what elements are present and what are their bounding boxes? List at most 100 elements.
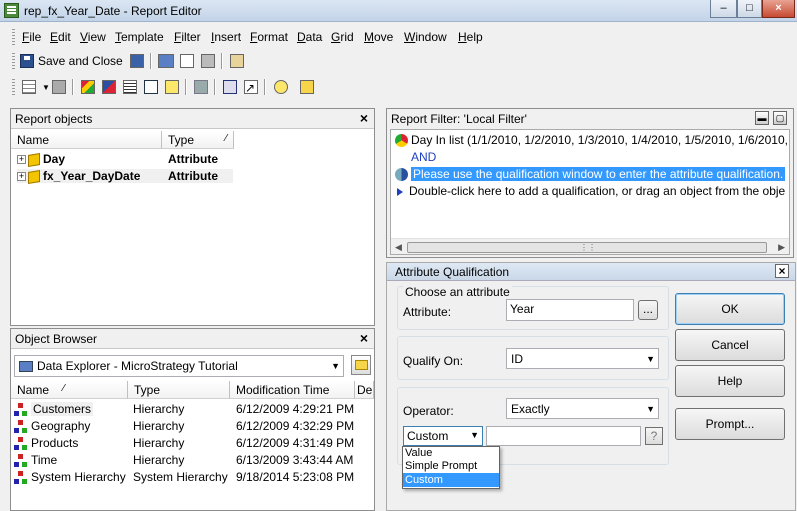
browse-attribute-button[interactable]: ... bbox=[638, 300, 658, 320]
qualify-on-dropdown[interactable]: ID ▼ bbox=[506, 348, 659, 369]
column-header-modification-time[interactable]: Modification Time bbox=[230, 381, 355, 399]
location-dropdown[interactable]: Data Explorer - MicroStrategy Tutorial ▼ bbox=[14, 355, 344, 377]
object-modified: 6/12/2009 4:29:21 PM bbox=[236, 402, 355, 416]
minimize-filter-icon[interactable]: ▬ bbox=[755, 111, 769, 125]
menu-help[interactable]: Help bbox=[458, 30, 483, 44]
folder-button[interactable] bbox=[192, 78, 210, 96]
graph-view-button[interactable] bbox=[50, 78, 68, 96]
help-button[interactable]: Help bbox=[675, 365, 785, 397]
restore-filter-icon[interactable]: ▢ bbox=[773, 111, 787, 125]
filter-operator-and[interactable]: AND bbox=[411, 150, 436, 164]
choose-attribute-group: Choose an attribute Attribute: Year ... bbox=[397, 285, 669, 330]
wizard-button[interactable] bbox=[298, 78, 316, 96]
note-icon bbox=[165, 80, 179, 94]
menu-view[interactable]: View bbox=[80, 30, 106, 44]
option-value[interactable]: Value bbox=[403, 447, 499, 460]
close-report-objects-icon[interactable]: × bbox=[360, 110, 368, 126]
menu-format[interactable]: Format bbox=[250, 30, 288, 44]
save-and-close-button[interactable]: Save and Close bbox=[20, 52, 123, 70]
close-qualification-icon[interactable]: × bbox=[775, 264, 789, 278]
filter-line-text: Please use the qualification window to e… bbox=[411, 167, 786, 181]
expand-icon[interactable]: + bbox=[17, 155, 26, 165]
scroll-left-icon[interactable]: ◀ bbox=[395, 242, 402, 253]
filter-horizontal-scrollbar[interactable]: ◀ ⋮⋮ ▶ bbox=[391, 238, 789, 254]
value-help-icon[interactable]: ? bbox=[645, 427, 663, 445]
menu-edit[interactable]: Edit bbox=[50, 30, 71, 44]
ok-button[interactable]: OK bbox=[675, 293, 785, 325]
table-row[interactable]: System Hierarchy System Hierarchy 9/18/2… bbox=[14, 470, 374, 485]
properties-icon bbox=[230, 54, 244, 68]
close-object-browser-icon[interactable]: × bbox=[360, 330, 368, 346]
toolbar-separator bbox=[264, 79, 266, 95]
table-row[interactable]: Customers Hierarchy 6/12/2009 4:29:21 PM bbox=[14, 402, 374, 417]
menu-filter[interactable]: Filter bbox=[174, 30, 201, 44]
menu-move[interactable]: Move bbox=[364, 30, 393, 44]
chevron-down-icon: ▼ bbox=[646, 354, 655, 364]
printer-icon bbox=[201, 54, 215, 68]
operator-label: Operator: bbox=[403, 404, 454, 418]
find-button[interactable] bbox=[221, 78, 239, 96]
hierarchy-icon bbox=[14, 470, 28, 485]
hierarchy-icon bbox=[14, 453, 28, 468]
column-header-description[interactable]: De bbox=[355, 381, 374, 399]
filter-view-button[interactable] bbox=[142, 78, 160, 96]
menu-template[interactable]: Template bbox=[115, 30, 164, 44]
attribute-cube-icon bbox=[28, 152, 40, 167]
menu-window[interactable]: Window bbox=[404, 30, 447, 44]
table-row[interactable]: Time Hierarchy 6/13/2009 3:43:44 AM bbox=[14, 453, 374, 468]
table-row[interactable]: Geography Hierarchy 6/12/2009 4:32:29 PM bbox=[14, 419, 374, 434]
column-header-type[interactable]: Type ⁄ bbox=[162, 131, 234, 149]
sql-view-button[interactable] bbox=[121, 78, 139, 96]
maximize-button[interactable]: □ bbox=[737, 0, 762, 18]
sort-indicator-icon: ⁄ bbox=[63, 383, 65, 394]
column-header-name[interactable]: Name bbox=[11, 131, 162, 149]
scroll-thumb[interactable]: ⋮⋮ bbox=[407, 242, 767, 253]
object-type: Hierarchy bbox=[133, 419, 185, 433]
prompt-button[interactable]: Prompt... bbox=[675, 408, 785, 440]
help-topic-button[interactable] bbox=[272, 78, 290, 96]
menu-file[interactable]: File bbox=[22, 30, 41, 44]
cancel-button[interactable]: Cancel bbox=[675, 329, 785, 361]
open-book-button[interactable] bbox=[157, 52, 175, 70]
table-row[interactable]: Products Hierarchy 6/12/2009 4:31:49 PM bbox=[14, 436, 374, 451]
column-header-name[interactable]: Name ⁄ bbox=[11, 381, 128, 399]
option-simple-prompt[interactable]: Simple Prompt bbox=[403, 460, 499, 473]
grid-graph-view-button[interactable] bbox=[100, 78, 118, 96]
note-button[interactable] bbox=[163, 78, 181, 96]
object-modified: 6/13/2009 3:43:44 AM bbox=[236, 453, 354, 467]
column-header-type[interactable]: Type bbox=[128, 381, 230, 399]
filter-add-hint[interactable]: Double-click here to add a qualification… bbox=[397, 184, 785, 198]
wizard-icon bbox=[300, 80, 314, 94]
filter-qualification-day[interactable]: Day In list (1/1/2010, 1/2/2010, 1/3/201… bbox=[395, 133, 789, 148]
scroll-right-icon[interactable]: ▶ bbox=[778, 242, 785, 253]
sort-indicator-icon: ⁄ bbox=[225, 133, 227, 144]
operator-dropdown[interactable]: Exactly ▼ bbox=[506, 398, 659, 419]
option-custom[interactable]: Custom bbox=[403, 473, 499, 487]
standard-toolbar: Save and Close bbox=[0, 49, 797, 73]
menu-insert[interactable]: Insert bbox=[211, 30, 241, 44]
up-one-level-button[interactable] bbox=[351, 355, 371, 375]
qualify-on-group: Qualify On: ID ▼ bbox=[397, 336, 669, 380]
close-window-button[interactable]: × bbox=[762, 0, 795, 18]
grid-view-button[interactable] bbox=[20, 78, 38, 96]
print-preview-button[interactable] bbox=[178, 52, 196, 70]
expand-icon[interactable]: + bbox=[17, 172, 26, 182]
value-input[interactable] bbox=[486, 426, 641, 446]
design-view-button[interactable] bbox=[79, 78, 97, 96]
value-type-dropdown[interactable]: Custom ▼ bbox=[403, 426, 483, 446]
list-item[interactable]: + fx_Year_DayDate Attribute bbox=[17, 169, 233, 184]
list-item[interactable]: + Day Attribute bbox=[17, 152, 232, 167]
object-name: System Hierarchy bbox=[31, 470, 126, 484]
properties-button[interactable] bbox=[228, 52, 246, 70]
filter-definition-area[interactable]: Day In list (1/1/2010, 1/2/2010, 1/3/201… bbox=[390, 129, 790, 255]
minimize-button[interactable]: – bbox=[710, 0, 737, 18]
save-button[interactable] bbox=[128, 52, 146, 70]
grip-icon: ⋮⋮ bbox=[580, 243, 596, 252]
print-button[interactable] bbox=[199, 52, 217, 70]
shortcut-button[interactable]: ↗ bbox=[242, 78, 260, 96]
filter-qualification-pending[interactable]: Please use the qualification window to e… bbox=[395, 167, 789, 182]
attribute-input[interactable]: Year bbox=[506, 299, 634, 321]
menu-data[interactable]: Data bbox=[297, 30, 322, 44]
report-objects-title: Report objects bbox=[15, 112, 93, 126]
menu-grid[interactable]: Grid bbox=[331, 30, 354, 44]
